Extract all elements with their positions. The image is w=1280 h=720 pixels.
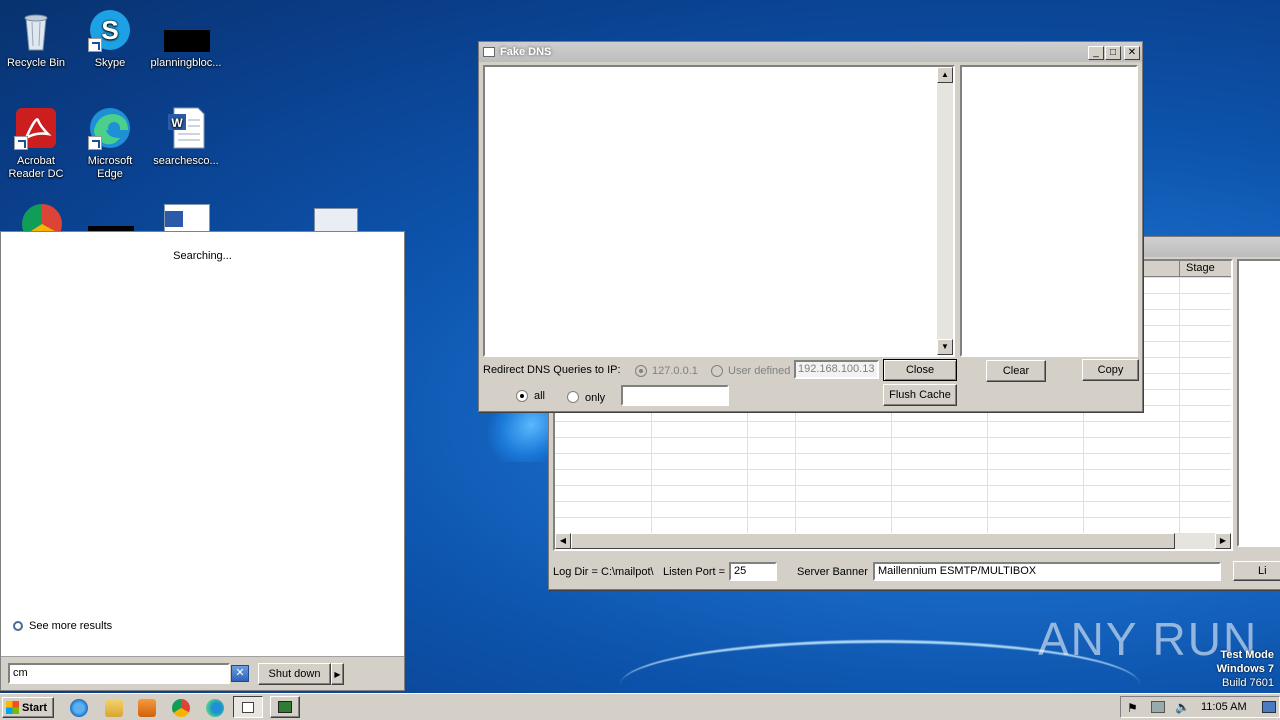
localhost-label: 127.0.0.1 <box>652 365 698 377</box>
shutdown-options-arrow[interactable]: ▶ <box>331 663 344 685</box>
listen-port-label: Listen Port = <box>663 566 726 578</box>
shortcut-arrow-icon <box>14 136 28 150</box>
mailpot-partial-button[interactable]: Li <box>1233 561 1280 581</box>
shortcut-arrow-icon <box>88 38 102 52</box>
shortcut-arrow-icon <box>88 136 102 150</box>
server-banner-input[interactable]: Maillennium ESMTP/MULTIBOX <box>873 562 1221 581</box>
scroll-right-arrow[interactable]: ▶ <box>1215 533 1231 549</box>
dns-cache-list[interactable] <box>960 65 1138 357</box>
scroll-left-arrow[interactable]: ◀ <box>555 533 571 549</box>
user-defined-radio[interactable] <box>711 365 723 377</box>
svg-text:W: W <box>171 116 183 130</box>
close-window-button[interactable]: ✕ <box>1124 46 1140 60</box>
acrobat-icon <box>14 106 58 150</box>
shutdown-button[interactable]: Shut down <box>258 663 331 685</box>
chrome-partial-icon <box>22 204 62 234</box>
see-more-results-link[interactable]: See more results <box>13 620 112 632</box>
windows-logo-icon <box>6 701 19 714</box>
search-status: Searching... <box>173 250 232 262</box>
volume-icon[interactable]: 🔈 <box>1175 700 1190 714</box>
start-label: Start <box>22 701 48 714</box>
scroll-down-arrow[interactable]: ▼ <box>937 339 953 355</box>
desktop-icon-label: Recycle Bin <box>6 57 66 69</box>
listen-port-input[interactable]: 25 <box>729 562 777 581</box>
copy-button[interactable]: Copy <box>1082 359 1139 381</box>
media-player-icon[interactable] <box>138 699 156 717</box>
redirect-label: Redirect DNS Queries to IP: <box>483 364 621 376</box>
only-label: only <box>585 392 606 404</box>
desktop-icon-edge[interactable]: Microsoft Edge <box>74 106 146 181</box>
localhost-radio[interactable] <box>635 365 647 377</box>
fake-dns-titlebar[interactable]: Fake DNS <box>479 42 1142 62</box>
word-doc-partial-icon <box>164 204 210 232</box>
svg-text:S: S <box>101 15 118 45</box>
start-menu[interactable]: Searching... See more results cm ✕ Shut … <box>0 231 405 691</box>
all-radio[interactable] <box>516 390 528 402</box>
desktop-icon-skype[interactable]: S Skype <box>74 8 146 70</box>
desktop-icon-label: Microsoft Edge <box>87 155 133 180</box>
fake-dns-window[interactable]: Fake DNS _ □ ✕ ▲ ▼ Redirect DNS Queries … <box>478 41 1143 412</box>
network-icon[interactable] <box>1151 701 1165 713</box>
window-app-icon <box>242 701 254 713</box>
build-label: Build 7601 <box>1222 677 1274 689</box>
all-label: all <box>534 390 546 402</box>
flag-icon[interactable]: ⚑ <box>1127 701 1138 715</box>
test-mode-label: Test Mode <box>1220 649 1274 661</box>
clock[interactable]: 11:05 AM <box>1201 701 1247 713</box>
only-radio[interactable] <box>567 391 579 403</box>
app-icon <box>483 47 495 57</box>
scroll-thumb[interactable] <box>571 533 1175 549</box>
user-ip-input[interactable]: 192.168.100.13 <box>794 360 879 379</box>
log-vertical-scrollbar[interactable]: ▲ ▼ <box>937 67 953 355</box>
minimize-button[interactable]: _ <box>1088 46 1104 60</box>
clear-search-icon[interactable]: ✕ <box>231 665 249 682</box>
user-defined-label: User defined <box>728 365 791 377</box>
desktop-icon-acrobat[interactable]: Acrobat Reader DC <box>0 106 72 181</box>
app-partial-icon <box>314 208 358 232</box>
scroll-up-arrow[interactable]: ▲ <box>937 67 953 83</box>
network-app-icon <box>278 701 292 713</box>
maximize-button[interactable]: □ <box>1105 46 1121 60</box>
stage-column-header[interactable]: Stage <box>1179 261 1231 277</box>
file-explorer-icon[interactable] <box>105 699 123 717</box>
flush-cache-button[interactable]: Flush Cache <box>883 384 957 406</box>
internet-explorer-icon[interactable] <box>70 699 88 717</box>
taskbar-mailpot-button[interactable] <box>270 696 300 718</box>
start-search-input[interactable]: cm <box>8 663 230 684</box>
edge-taskbar-icon[interactable] <box>206 699 224 717</box>
desktop-icon-label: Skype <box>94 57 126 69</box>
see-more-label: See more results <box>29 620 113 632</box>
only-input[interactable] <box>621 385 729 406</box>
server-banner-label: Server Banner <box>797 566 868 578</box>
taskbar: Start ⚑ 🔈 11:05 AM <box>0 693 1280 720</box>
file-icon <box>164 8 210 52</box>
mailpot-side-panel <box>1237 259 1280 547</box>
magnifier-icon <box>13 621 23 631</box>
word-doc-icon: W <box>164 106 208 150</box>
desktop-icon-recycle-bin[interactable]: Recycle Bin <box>0 8 72 70</box>
desktop-icon-label: searchesco... <box>153 155 219 167</box>
start-menu-footer: cm ✕ Shut down ▶ <box>1 656 404 690</box>
desktop-icon-searchesco[interactable]: W searchesco... <box>150 106 222 168</box>
close-button[interactable]: Close <box>883 359 957 381</box>
desktop-icon-label: planningbloc... <box>150 57 222 69</box>
start-button[interactable]: Start <box>2 697 54 718</box>
desktop-icon-label: Acrobat Reader DC <box>8 155 64 180</box>
system-tray: ⚑ 🔈 11:05 AM <box>1120 696 1280 718</box>
horizontal-scrollbar[interactable]: ◀ ▶ <box>555 533 1231 549</box>
skype-icon: S <box>88 8 132 52</box>
os-name-label: Windows 7 <box>1216 663 1274 675</box>
test-mode-text: Test Mode Windows 7 Build 7601 <box>1217 648 1274 690</box>
show-desktop-icon[interactable] <box>1262 701 1276 713</box>
taskbar-fake-dns-button[interactable] <box>233 696 263 718</box>
log-dir-label: Log Dir = C:\mailpot\ <box>553 566 654 578</box>
window-title: Fake DNS <box>500 46 552 58</box>
recycle-bin-icon <box>14 8 58 52</box>
edge-icon <box>88 106 132 150</box>
clear-button[interactable]: Clear <box>986 360 1046 382</box>
dns-log-textarea[interactable] <box>483 65 955 357</box>
chrome-icon[interactable] <box>172 699 190 717</box>
desktop-icon-planningbloc[interactable]: planningbloc... <box>150 8 222 70</box>
